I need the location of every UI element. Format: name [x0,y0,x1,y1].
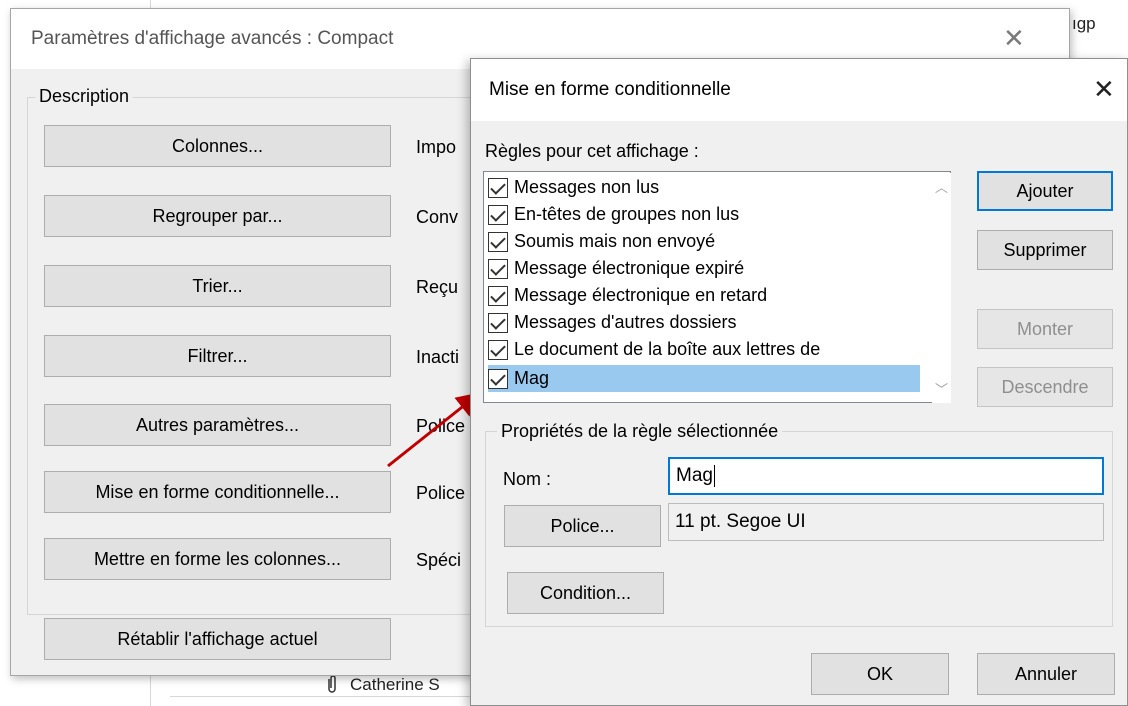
ok-button[interactable]: OK [811,653,949,695]
checkbox[interactable] [488,177,508,198]
rule-label: Message électronique en retard [514,285,768,305]
checkbox[interactable] [488,285,508,306]
conditional-formatting-dialog: Mise en forme conditionnelle ✕ Règles po… [470,58,1128,706]
rule-label: Messages non lus [514,177,660,197]
group-by-button[interactable]: Regrouper par... [44,195,391,237]
scroll-down-icon[interactable]: ﹀ [934,379,949,398]
columns-description: Impo [416,137,457,157]
font-button[interactable]: Police... [504,505,661,547]
sort-button[interactable]: Trier... [44,265,391,307]
close-icon[interactable]: ✕ [1093,76,1115,102]
dialog-titlebar: Mise en forme conditionnelle ✕ [471,59,1127,121]
background-sender-name: Catherine S [350,675,440,694]
columns-button[interactable]: Colonnes... [44,125,391,167]
checkbox[interactable] [488,204,508,225]
checkbox[interactable] [488,231,508,252]
scroll-up-icon[interactable]: ︿ [934,177,949,196]
rule-label: Message électronique expiré [514,258,745,278]
background-header-text: ıgp [1072,14,1096,33]
rule-label: Le document de la boîte aux lettres de [514,339,821,359]
paperclip-icon [324,675,340,695]
name-value: Mag [676,465,713,486]
checkbox[interactable] [488,258,508,279]
close-icon[interactable]: ✕ [1003,25,1025,51]
add-button[interactable]: Ajouter [977,171,1113,211]
cancel-button[interactable]: Annuler [977,653,1115,695]
reset-view-button[interactable]: Rétablir l'affichage actuel [44,618,391,660]
name-field[interactable]: Mag [668,457,1104,495]
checkbox[interactable] [488,368,508,389]
list-item[interactable]: En-têtes de groupes non lus [488,201,920,228]
sort-description: Reçu [416,277,459,297]
name-label: Nom : [503,469,552,489]
list-item-selected[interactable]: Mag [488,365,920,392]
list-item[interactable]: Message électronique en retard [488,282,920,309]
format-columns-button[interactable]: Mettre en forme les colonnes... [44,538,391,580]
filter-button[interactable]: Filtrer... [44,335,391,377]
dialog-title: Paramètres d'affichage avancés : Compact [31,28,394,49]
delete-button[interactable]: Supprimer [977,230,1113,270]
rules-list[interactable]: Messages non lus En-têtes de groupes non… [483,171,951,403]
filter-description: Inacti [416,347,460,367]
rule-properties-label: Propriétés de la règle sélectionnée [497,421,783,442]
condition-button[interactable]: Condition... [507,572,664,614]
description-group-label: Description [35,86,134,107]
list-item[interactable]: Messages d'autres dossiers [488,309,920,336]
rule-label: Mag [514,368,550,388]
conditional-formatting-button[interactable]: Mise en forme conditionnelle... [44,471,391,513]
move-up-button[interactable]: Monter [977,309,1113,349]
list-item[interactable]: Le document de la boîte aux lettres de [488,336,920,363]
checkbox[interactable] [488,312,508,333]
list-item[interactable]: Message électronique expiré [488,255,920,282]
move-down-button[interactable]: Descendre [977,367,1113,407]
group-by-description: Conv [416,207,459,227]
dialog-title: Mise en forme conditionnelle [489,79,731,100]
rule-label: Soumis mais non envoyé [514,231,716,251]
checkbox[interactable] [488,339,508,360]
conditional-formatting-description: Police [416,483,466,503]
font-value: 11 pt. Segoe UI [675,511,806,532]
list-item[interactable]: Messages non lus [488,174,920,201]
format-columns-description: Spéci [416,550,462,570]
rule-label: En-têtes de groupes non lus [514,204,740,224]
text-caret [713,465,715,487]
rule-label: Messages d'autres dossiers [514,312,737,332]
font-value-field: 11 pt. Segoe UI [668,503,1104,541]
vertical-scrollbar[interactable]: ︿ ﹀ [932,173,951,403]
rules-label: Règles pour cet affichage : [485,141,699,161]
list-item[interactable]: Soumis mais non envoyé [488,228,920,255]
other-settings-description: Police [416,416,466,436]
other-settings-button[interactable]: Autres paramètres... [44,404,391,446]
